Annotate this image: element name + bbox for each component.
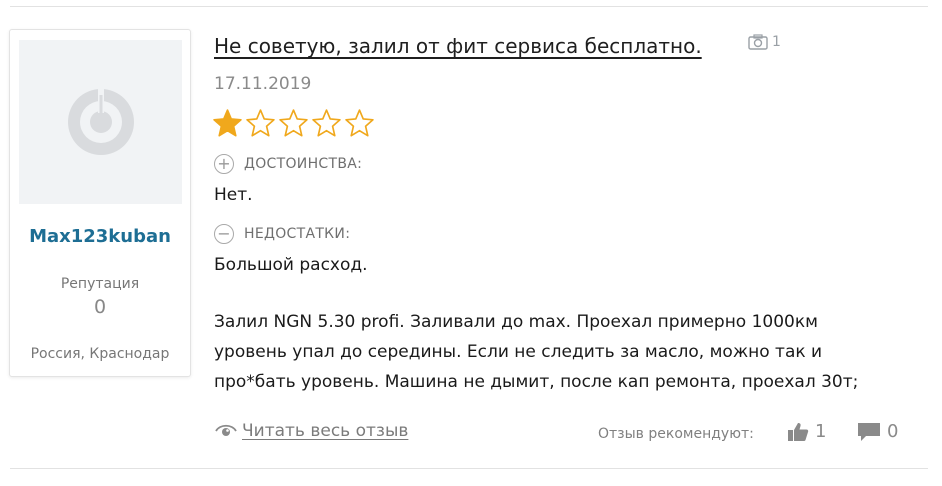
read-full-review-link[interactable]: Читать весь отзыв (214, 421, 408, 441)
pros-text: Нет. (214, 185, 253, 205)
comment-icon (858, 422, 880, 441)
pros-header: + ДОСТОИНСТВА: (214, 154, 362, 174)
review-title-link[interactable]: Не советую, залил от фит сервиса бесплат… (214, 34, 702, 58)
photo-count[interactable]: 1 (748, 34, 781, 50)
pros-label: ДОСТОИНСТВА: (244, 156, 363, 172)
camera-icon (748, 34, 768, 50)
default-avatar-icon (67, 87, 134, 155)
review-body-line: про*бать уровень. Машина не дымит, после… (214, 372, 859, 392)
read-more-label: Читать весь отзыв (242, 421, 409, 441)
review-body-line: уровень упал до середины. Если не следит… (214, 342, 823, 362)
star-empty-icon (345, 109, 374, 137)
minus-circle-icon: − (214, 224, 234, 244)
review-date: 17.11.2019 (214, 74, 312, 94)
cons-label: НЕДОСТАТКИ: (244, 226, 351, 242)
cons-header: − НЕДОСТАТКИ: (214, 224, 350, 244)
likes-count: 1 (815, 421, 827, 442)
username-link[interactable]: Max123kuban (10, 226, 190, 247)
plus-circle-icon: + (214, 154, 234, 174)
review-body-line: Залил NGN 5.30 profi. Заливали до max. П… (214, 312, 818, 332)
comments-count: 0 (887, 421, 899, 442)
user-card: Max123kuban Репутация 0 Россия, Краснода… (9, 29, 191, 377)
bottom-divider (10, 468, 928, 469)
reputation-label: Репутация (60, 276, 140, 292)
cons-text: Большой расход. (214, 255, 368, 275)
rating-stars (212, 108, 375, 138)
review-body: Залил NGN 5.30 profi. Заливали до max. П… (214, 307, 914, 397)
star-empty-icon (246, 109, 275, 137)
like-button[interactable]: 1 (787, 421, 826, 442)
reputation-value: 0 (93, 296, 107, 318)
eye-icon (215, 424, 237, 436)
comments-button[interactable]: 0 (857, 421, 898, 442)
top-divider (10, 6, 928, 7)
recommend-label: Отзыв рекомендуют: (598, 426, 754, 442)
star-empty-icon (279, 109, 308, 137)
photo-count-value: 1 (772, 34, 781, 50)
star-empty-icon (312, 109, 341, 137)
avatar[interactable] (19, 40, 182, 204)
user-location: Россия, Краснодар (30, 346, 170, 362)
thumbs-up-icon (788, 422, 809, 441)
star-filled-icon (213, 109, 242, 137)
